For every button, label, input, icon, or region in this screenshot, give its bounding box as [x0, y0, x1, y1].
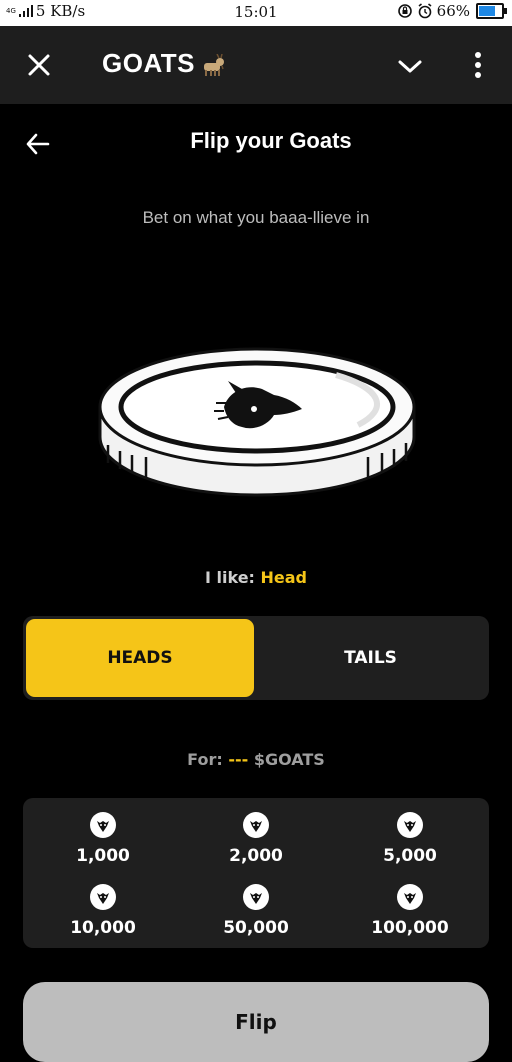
amount-option[interactable]: 5,000 [350, 804, 470, 870]
amount-option-label: 2,000 [229, 846, 283, 866]
tails-button[interactable]: TAILS [255, 619, 486, 697]
choice-label: I like: [204, 568, 255, 587]
bet-currency: $GOATS [253, 750, 325, 769]
app-title: GOATS [102, 48, 196, 78]
amount-option[interactable]: 2,000 [196, 804, 316, 870]
amount-option[interactable]: 1,000 [43, 804, 163, 870]
flip-button-label: Flip [235, 1010, 277, 1034]
status-bar: 4G 5 KB/s 15:01 66% [0, 0, 512, 26]
battery-icon [476, 3, 507, 19]
flip-button[interactable]: Flip [23, 982, 489, 1062]
bet-amount-label: For: [187, 750, 223, 769]
amount-option-label: 5,000 [383, 846, 437, 866]
app-header: GOATS [0, 26, 512, 104]
goat-token-icon [397, 812, 423, 838]
amount-grid: 1,000 2,000 5,000 10,000 50,000 100,000 [23, 798, 489, 948]
amount-option-label: 10,000 [70, 918, 136, 938]
goat-token-icon [90, 812, 116, 838]
choice-summary: I like: Head [0, 568, 512, 587]
alarm-icon [418, 3, 432, 19]
heads-button[interactable]: HEADS [26, 619, 254, 697]
goat-emoji-icon [204, 54, 224, 76]
bet-amount-summary: For: --- $GOATS [0, 750, 512, 769]
close-icon[interactable] [24, 50, 54, 80]
coin-illustration [98, 347, 416, 497]
amount-option-label: 50,000 [223, 918, 289, 938]
more-vertical-icon[interactable] [468, 50, 488, 80]
lock-rotation-icon [397, 4, 412, 18]
amount-option[interactable]: 100,000 [350, 876, 470, 942]
chevron-down-icon[interactable] [396, 54, 424, 78]
goat-token-icon [243, 884, 269, 910]
amount-option[interactable]: 50,000 [196, 876, 316, 942]
goat-token-icon [397, 884, 423, 910]
page-title: Flip your Goats [190, 128, 352, 153]
amount-option[interactable]: 10,000 [43, 876, 163, 942]
status-right: 66% [397, 2, 507, 20]
side-toggle: HEADS TAILS [23, 616, 489, 700]
choice-value: Head [260, 568, 308, 587]
goat-token-icon [90, 884, 116, 910]
amount-option-label: 1,000 [76, 846, 130, 866]
amount-option-label: 100,000 [371, 918, 449, 938]
goat-token-icon [243, 812, 269, 838]
battery-percent: 66% [436, 2, 470, 20]
bet-amount-value: --- [228, 750, 249, 769]
page-subtitle: Bet on what you baaa-llieve in [142, 208, 370, 227]
battery-level [479, 6, 495, 16]
